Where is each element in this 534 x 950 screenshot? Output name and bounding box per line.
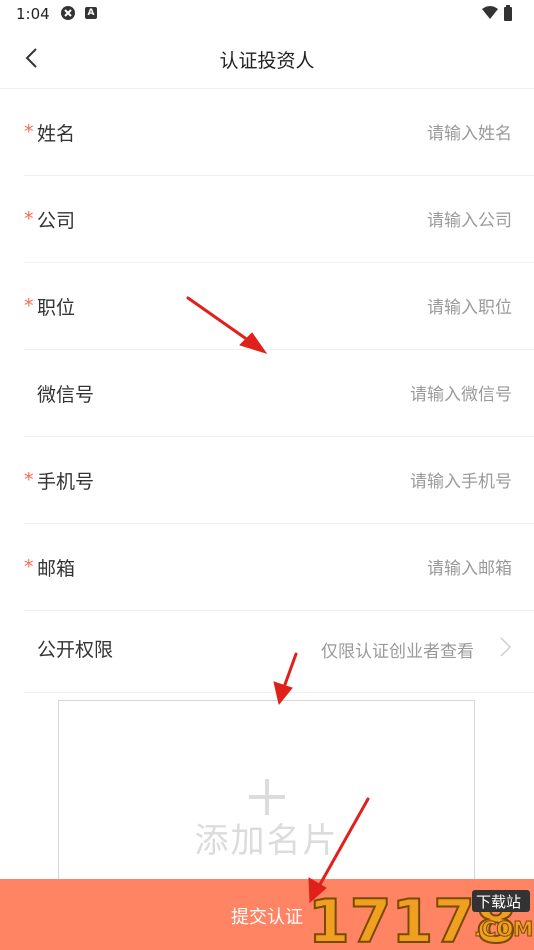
wechat-input[interactable]: 请输入微信号 xyxy=(410,380,512,405)
upload-label: 添加名片 xyxy=(194,821,339,861)
position-input[interactable]: 请输入职位 xyxy=(427,293,512,318)
status-bar: 1:04 A xyxy=(0,0,534,28)
site-watermark-logo: 17178 下载站 .COM xyxy=(307,886,534,950)
sync-icon xyxy=(61,6,75,20)
form-row-position[interactable]: * 职位 请输入职位 xyxy=(24,263,534,350)
watermark-tag: 下载站 xyxy=(476,893,521,911)
form-row-wechat[interactable]: 微信号 请输入微信号 xyxy=(24,350,534,437)
page-title: 认证投资人 xyxy=(219,50,315,72)
watermark-domain: .COM xyxy=(474,917,533,941)
field-label: 姓名 xyxy=(37,123,76,145)
field-label: 公开权限 xyxy=(37,639,114,661)
required-mark: * xyxy=(24,121,34,143)
required-mark: * xyxy=(24,556,34,578)
plus-icon xyxy=(249,779,285,815)
name-input[interactable]: 请输入姓名 xyxy=(427,119,512,144)
navigation-bar: 认证投资人 xyxy=(0,28,534,89)
app-notification-icon: A xyxy=(85,7,97,19)
company-input[interactable]: 请输入公司 xyxy=(427,206,512,231)
investor-form: * 姓名 请输入姓名 * 公司 请输入公司 * 职位 请输入职位 微信号 请输入… xyxy=(24,89,534,693)
field-label: 职位 xyxy=(37,297,76,319)
required-mark: * xyxy=(24,469,34,491)
field-label: 邮箱 xyxy=(37,558,76,580)
field-label: 公司 xyxy=(37,210,76,232)
chevron-right-icon xyxy=(500,637,512,657)
business-card-upload[interactable]: 添加名片 xyxy=(58,700,475,890)
field-label: 手机号 xyxy=(37,471,95,493)
form-row-name[interactable]: * 姓名 请输入姓名 xyxy=(24,89,534,176)
form-row-email[interactable]: * 邮箱 请输入邮箱 xyxy=(24,524,534,611)
form-row-permission[interactable]: 公开权限 仅限认证创业者查看 xyxy=(24,611,534,693)
required-mark: * xyxy=(24,208,34,230)
permission-value: 仅限认证创业者查看 xyxy=(321,642,474,662)
email-input[interactable]: 请输入邮箱 xyxy=(427,554,512,579)
form-row-phone[interactable]: * 手机号 请输入手机号 xyxy=(24,437,534,524)
phone-input[interactable]: 请输入手机号 xyxy=(410,467,512,492)
wifi-battery-icon xyxy=(482,5,512,21)
required-mark: * xyxy=(24,295,34,317)
field-label: 微信号 xyxy=(37,384,95,406)
form-row-company[interactable]: * 公司 请输入公司 xyxy=(24,176,534,263)
status-time: 1:04 xyxy=(16,5,50,23)
